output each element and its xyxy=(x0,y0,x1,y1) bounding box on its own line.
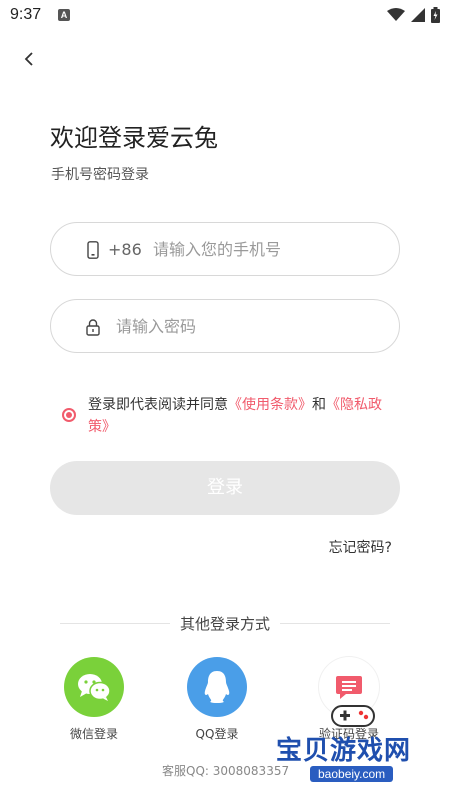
qq-login-label: QQ登录 xyxy=(195,727,239,741)
status-bar: 9:37 A xyxy=(0,0,450,32)
password-field[interactable] xyxy=(50,299,400,353)
qq-login-button[interactable]: QQ登录 xyxy=(172,657,262,742)
lock-icon xyxy=(86,319,100,336)
wechat-login-label: 微信登录 xyxy=(69,727,118,741)
agreement-and: 和 xyxy=(312,397,326,413)
agreement-radio[interactable] xyxy=(62,408,76,422)
watermark-url: baobeiy.com xyxy=(310,766,394,782)
wifi-icon xyxy=(387,8,405,21)
forgot-password-link[interactable]: 忘记密码? xyxy=(329,537,392,557)
wechat-icon xyxy=(78,674,111,701)
customer-service-qq: 客服QQ: 3008083357 xyxy=(162,764,290,778)
page-subtitle: 手机号密码登录 xyxy=(51,167,149,183)
other-login-heading: 其他登录方式 xyxy=(169,613,281,634)
phone-input[interactable] xyxy=(153,223,383,275)
sms-login-button[interactable]: 验证码登录 xyxy=(304,657,394,742)
phone-field[interactable]: +86 xyxy=(50,222,400,276)
sms-login-label: 验证码登录 xyxy=(318,727,379,741)
agreement-prefix: 登录即代表阅读并同意 xyxy=(88,397,228,413)
phone-icon xyxy=(87,241,99,259)
status-icons xyxy=(387,5,440,25)
sms-icon-circle xyxy=(319,657,379,717)
status-time: 9:37 xyxy=(10,6,42,23)
wechat-login-button[interactable]: 微信登录 xyxy=(49,657,139,742)
sms-icon xyxy=(336,676,362,699)
a-app-icon: A xyxy=(58,9,70,21)
qq-icon xyxy=(204,671,230,703)
signal-icon xyxy=(411,8,425,22)
agreement-text: 登录即代表阅读并同意《使用条款》和《隐私政策》 xyxy=(88,394,398,438)
password-input[interactable] xyxy=(116,300,376,352)
country-code[interactable]: +86 xyxy=(108,240,142,259)
wechat-icon-circle xyxy=(64,657,124,717)
back-button[interactable] xyxy=(16,46,42,72)
page-title: 欢迎登录爱云兔 xyxy=(50,124,218,152)
terms-link[interactable]: 《使用条款》 xyxy=(228,397,312,413)
qq-icon-circle xyxy=(187,657,247,717)
login-button[interactable]: 登录 xyxy=(50,461,400,515)
chevron-left-icon xyxy=(24,52,33,66)
battery-icon xyxy=(431,7,440,23)
